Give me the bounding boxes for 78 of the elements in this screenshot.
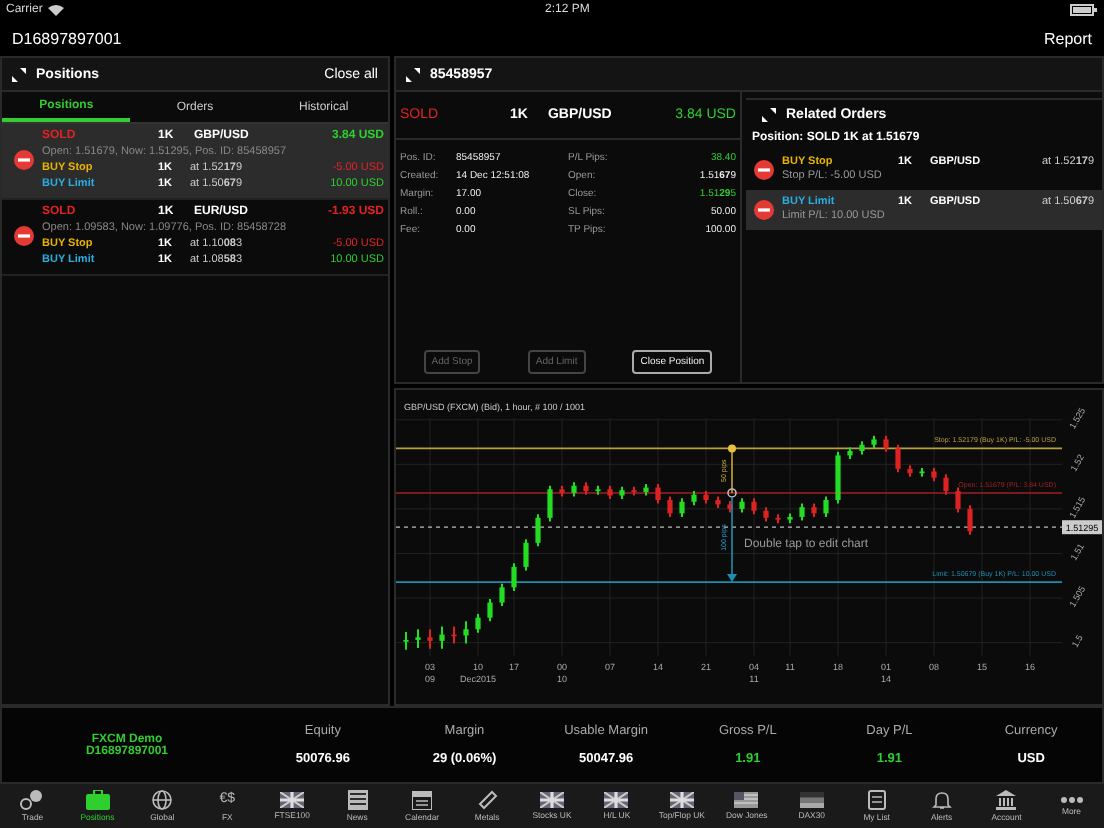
candle [775, 513, 781, 525]
report-button[interactable]: Report [1043, 29, 1092, 47]
candle [931, 466, 937, 483]
candle [583, 481, 589, 496]
candle [439, 625, 445, 650]
candle [871, 434, 877, 450]
flag-icon [280, 792, 305, 808]
flag-icon [604, 792, 629, 808]
candle [967, 504, 973, 536]
candle [835, 450, 841, 505]
list-icon [867, 790, 886, 810]
candle [415, 628, 421, 649]
coins-icon [20, 790, 45, 810]
candle [943, 473, 949, 496]
candle [523, 538, 529, 572]
candle [859, 440, 865, 456]
candle [823, 495, 829, 518]
candle [547, 484, 553, 523]
globe-icon [152, 790, 173, 810]
remove-icon[interactable] [14, 226, 34, 246]
battery-icon [1069, 4, 1098, 16]
candle [487, 597, 493, 623]
candle [667, 495, 673, 518]
candle [499, 582, 505, 608]
candle [847, 446, 853, 460]
candle [799, 502, 805, 522]
flag-icon [539, 792, 564, 808]
candle [703, 490, 709, 505]
candle [679, 497, 685, 518]
candle [655, 482, 661, 505]
flag-icon [799, 792, 824, 808]
candle [751, 497, 757, 516]
candle [727, 499, 733, 514]
candle [955, 486, 961, 514]
candle [739, 497, 745, 514]
expand-icon[interactable] [762, 108, 776, 122]
candle [787, 512, 793, 525]
candle [451, 625, 457, 645]
expand-icon[interactable] [12, 67, 26, 81]
candle [691, 490, 697, 507]
calendar-icon [412, 790, 433, 810]
candle [403, 630, 409, 651]
candle [919, 466, 925, 478]
remove-icon[interactable] [14, 150, 34, 170]
order-distance-drawing[interactable] [727, 444, 737, 583]
candle [475, 613, 481, 634]
candle [463, 620, 469, 645]
briefcase-icon [85, 790, 110, 810]
candle [883, 434, 889, 453]
ingot-icon [477, 790, 498, 810]
candle [619, 485, 625, 501]
candle [571, 481, 577, 498]
candle [715, 495, 721, 510]
order-line[interactable] [396, 447, 1063, 450]
newspaper-icon [347, 790, 368, 810]
bank-icon [996, 790, 1017, 810]
flag-icon [734, 792, 759, 808]
remove-icon[interactable] [754, 199, 774, 219]
candle [427, 628, 433, 650]
candle [595, 484, 601, 496]
candle [559, 484, 565, 498]
more-icon [1059, 796, 1084, 804]
candle [643, 482, 649, 497]
candle [511, 562, 517, 592]
account-title: D16897897001 [12, 29, 122, 47]
candle [907, 464, 913, 478]
expand-icon[interactable] [406, 67, 420, 81]
wifi-icon [48, 4, 65, 16]
candle [535, 513, 541, 548]
candle [631, 485, 637, 497]
flag-icon [669, 792, 694, 808]
candle [895, 443, 901, 474]
candle [763, 506, 769, 523]
candle [811, 502, 817, 518]
bell-icon [931, 790, 952, 810]
order-line[interactable] [396, 492, 1063, 494]
remove-icon[interactable] [754, 159, 774, 179]
candle [607, 484, 613, 501]
